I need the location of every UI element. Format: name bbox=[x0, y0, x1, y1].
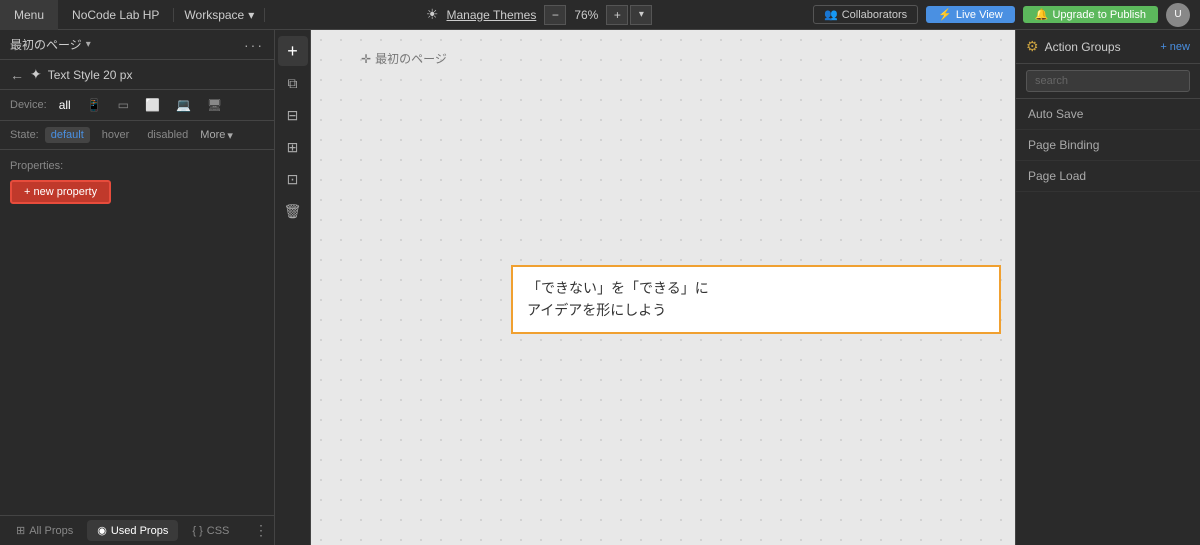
avatar[interactable]: U bbox=[1166, 3, 1190, 27]
live-view-button[interactable]: ⚡ Live View bbox=[926, 6, 1015, 23]
left-panel-header: 最初のページ ▾ ··· bbox=[0, 30, 274, 60]
page-title: 最初のページ bbox=[10, 36, 82, 53]
used-props-icon: ◉ bbox=[97, 524, 107, 537]
canvas-text-line2: アイデアを形にしよう bbox=[527, 299, 985, 321]
state-hover-button[interactable]: hover bbox=[96, 127, 136, 143]
panel-more-button[interactable]: ··· bbox=[244, 37, 264, 53]
main-area: 最初のページ ▾ ··· ← ✦ Text Style 20 px Device… bbox=[0, 30, 1200, 545]
list-item[interactable]: Auto Save bbox=[1016, 99, 1200, 130]
menu-button[interactable]: Menu bbox=[0, 0, 58, 30]
new-property-button[interactable]: + new property bbox=[10, 180, 111, 204]
canvas-page-label: ✛ 最初のページ bbox=[361, 50, 447, 67]
zoom-in-button[interactable]: + bbox=[606, 5, 628, 25]
device-tablet-button[interactable]: ⬜ bbox=[141, 96, 164, 114]
properties-label: Properties: bbox=[10, 160, 264, 172]
top-nav: Menu NoCode Lab HP Workspace ▾ ☀ Manage … bbox=[0, 0, 1200, 30]
canvas-text-element[interactable]: 「できない」を「できる」に アイデアを形にしよう bbox=[511, 265, 1001, 334]
element-type-icon: ✦ bbox=[30, 66, 42, 83]
manage-themes-link[interactable]: Manage Themes bbox=[446, 8, 536, 22]
action-groups-icon: ⚙ bbox=[1026, 38, 1039, 55]
right-panel-title-area: ⚙ Action Groups bbox=[1026, 38, 1121, 55]
state-disabled-button[interactable]: disabled bbox=[141, 127, 194, 143]
add-section-button[interactable]: ⊞ bbox=[278, 132, 308, 162]
element-header: ← ✦ Text Style 20 px bbox=[0, 60, 274, 90]
state-default-button[interactable]: default bbox=[45, 127, 90, 143]
live-view-label: Live View bbox=[956, 9, 1003, 21]
tab-all-props[interactable]: ⊞ All Props bbox=[6, 520, 83, 541]
canvas-page-title: 最初のページ bbox=[375, 50, 447, 67]
nav-right: 👥 Collaborators ⚡ Live View 🔔 Upgrade to… bbox=[813, 3, 1200, 27]
list-item[interactable]: Page Load bbox=[1016, 161, 1200, 192]
device-all-button[interactable]: all bbox=[55, 96, 75, 114]
theme-sun-icon: ☀ bbox=[426, 6, 439, 23]
device-mobile-button[interactable]: 📱 bbox=[83, 96, 106, 114]
properties-area: Properties: + new property bbox=[0, 150, 274, 515]
all-props-icon: ⊞ bbox=[16, 524, 25, 537]
layers-button[interactable]: ⊟ bbox=[278, 100, 308, 130]
device-row: Device: all 📱 ▭ ⬜ 💻 🖥 bbox=[0, 90, 274, 121]
collaborators-button[interactable]: 👥 Collaborators bbox=[813, 5, 918, 24]
search-input[interactable] bbox=[1026, 70, 1190, 92]
state-label: State: bbox=[10, 129, 39, 141]
workspace-selector[interactable]: Workspace ▾ bbox=[174, 8, 265, 22]
css-label: CSS bbox=[207, 525, 230, 537]
canvas-area[interactable]: ✛ 最初のページ 「できない」を「できる」に アイデアを形にしよう bbox=[311, 30, 1015, 545]
delete-button[interactable]: 🗑 bbox=[278, 196, 308, 226]
state-more-button[interactable]: More ▾ bbox=[200, 129, 233, 142]
device-desktop-button[interactable]: 🖥 bbox=[203, 96, 226, 114]
state-row: State: default hover disabled More ▾ bbox=[0, 121, 274, 150]
copy-button[interactable]: ⧉ bbox=[278, 68, 308, 98]
zoom-controls: − 76% + ▾ bbox=[544, 5, 652, 25]
page-title-area: 最初のページ ▾ bbox=[10, 36, 91, 53]
bottom-more-button[interactable]: ⋮ bbox=[254, 522, 268, 539]
new-action-button[interactable]: + new bbox=[1160, 41, 1190, 53]
upgrade-label: Upgrade to Publish bbox=[1052, 9, 1146, 21]
right-search-area bbox=[1016, 64, 1200, 99]
action-groups-list: Auto Save Page Binding Page Load bbox=[1016, 99, 1200, 545]
upgrade-icon: 🔔 bbox=[1035, 8, 1049, 21]
css-icon: { } bbox=[192, 525, 202, 537]
right-panel-title: Action Groups bbox=[1045, 40, 1121, 54]
zoom-value: 76% bbox=[568, 8, 604, 22]
zoom-dropdown-button[interactable]: ▾ bbox=[630, 5, 652, 25]
back-button[interactable]: ← bbox=[10, 67, 24, 83]
state-more-label: More bbox=[200, 129, 225, 141]
all-props-label: All Props bbox=[29, 525, 73, 537]
device-label: Device: bbox=[10, 99, 47, 111]
collaborators-icon: 👥 bbox=[824, 8, 838, 21]
list-item[interactable]: Page Binding bbox=[1016, 130, 1200, 161]
device-laptop-button[interactable]: 💻 bbox=[172, 96, 195, 114]
zoom-out-button[interactable]: − bbox=[544, 5, 566, 25]
used-props-label: Used Props bbox=[111, 525, 168, 537]
canvas-page-move-icon: ✛ bbox=[361, 52, 371, 66]
right-panel: ⚙ Action Groups + new Auto Save Page Bin… bbox=[1015, 30, 1200, 545]
canvas-toolbar: + ⧉ ⊟ ⊞ ⊡ 🗑 bbox=[275, 30, 311, 545]
state-more-chevron-icon: ▾ bbox=[227, 129, 233, 142]
canvas-text-line1: 「できない」を「できる」に bbox=[527, 277, 985, 299]
collaborators-label: Collaborators bbox=[842, 9, 907, 21]
tab-used-props[interactable]: ◉ Used Props bbox=[87, 520, 178, 541]
component-button[interactable]: ⊡ bbox=[278, 164, 308, 194]
brand-label: NoCode Lab HP bbox=[58, 8, 174, 22]
workspace-chevron-icon: ▾ bbox=[248, 8, 254, 22]
nav-center: ☀ Manage Themes − 76% + ▾ bbox=[265, 5, 813, 25]
add-element-button[interactable]: + bbox=[278, 36, 308, 66]
left-panel: 最初のページ ▾ ··· ← ✦ Text Style 20 px Device… bbox=[0, 30, 275, 545]
tab-css[interactable]: { } CSS bbox=[182, 521, 239, 541]
device-tablet-small-button[interactable]: ▭ bbox=[114, 96, 133, 114]
element-title: Text Style 20 px bbox=[48, 68, 133, 82]
right-panel-header: ⚙ Action Groups + new bbox=[1016, 30, 1200, 64]
bottom-tabs: ⊞ All Props ◉ Used Props { } CSS ⋮ bbox=[0, 515, 274, 545]
live-view-icon: ⚡ bbox=[938, 8, 952, 21]
upgrade-button[interactable]: 🔔 Upgrade to Publish bbox=[1023, 6, 1158, 23]
page-title-arrow-icon: ▾ bbox=[86, 39, 91, 50]
workspace-label: Workspace bbox=[184, 8, 244, 22]
